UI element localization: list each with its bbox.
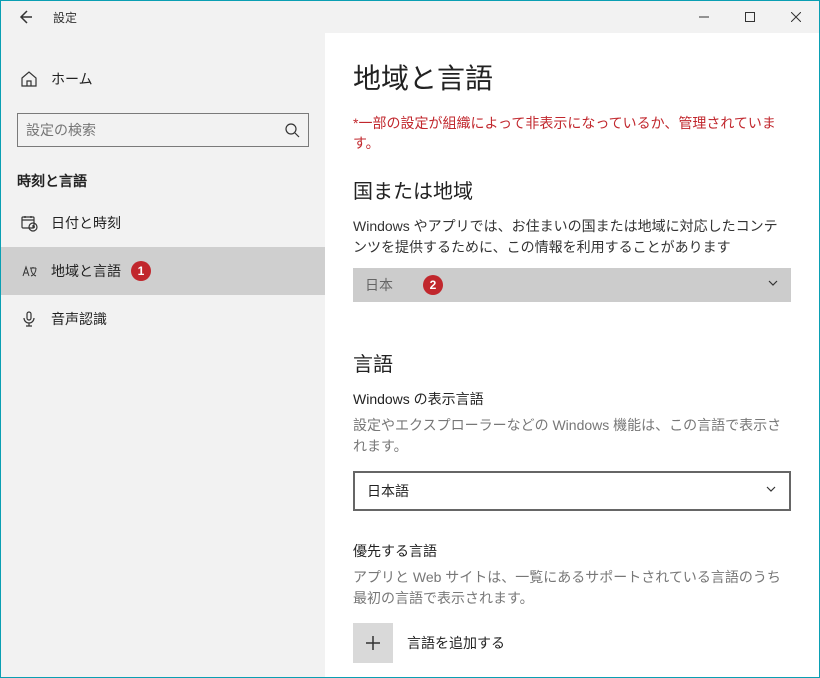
search-icon <box>284 122 300 138</box>
display-language-value: 日本語 <box>367 481 765 501</box>
preferred-languages-desc: アプリと Web サイトは、一覧にあるサポートされている言語のうち最初の言語で表… <box>353 567 791 609</box>
maximize-icon <box>745 12 755 22</box>
maximize-button[interactable] <box>727 1 773 33</box>
close-button[interactable] <box>773 1 819 33</box>
region-description: Windows やアプリでは、お住まいの国または地域に対応したコンテンツを提供す… <box>353 216 791 258</box>
plus-icon-box <box>353 623 393 663</box>
annotation-badge-1: 1 <box>131 261 151 281</box>
microphone-icon <box>17 310 41 328</box>
preferred-languages-title: 優先する言語 <box>353 541 791 561</box>
annotation-badge-2: 2 <box>423 275 443 295</box>
back-button[interactable] <box>1 1 49 33</box>
add-language-button[interactable]: 言語を追加する <box>353 623 791 663</box>
search-input[interactable] <box>26 122 284 138</box>
search-box[interactable] <box>17 113 309 147</box>
chevron-down-icon <box>767 276 779 294</box>
calendar-clock-icon <box>17 214 41 232</box>
region-heading: 国または地域 <box>353 175 791 204</box>
sidebar-item-label: 日付と時刻 <box>51 213 121 233</box>
display-language-desc: 設定やエクスプローラーなどの Windows 機能は、この言語で表示されます。 <box>353 415 791 457</box>
minimize-icon <box>699 12 709 22</box>
home-icon <box>17 70 41 88</box>
display-language-title: Windows の表示言語 <box>353 389 791 409</box>
titlebar: 設定 <box>1 1 819 33</box>
sidebar: ホーム 時刻と言語 日付と時刻 地域と言語 1 音声認識 <box>1 33 325 677</box>
language-icon <box>17 262 41 280</box>
region-dropdown[interactable]: 日本 2 <box>353 268 791 302</box>
plus-icon <box>364 634 382 652</box>
policy-warning-text: *一部の設定が組織によって非表示になっているか、管理されています。 <box>353 113 791 153</box>
sidebar-item-region-language[interactable]: 地域と言語 1 <box>1 247 325 295</box>
sidebar-item-label: 音声認識 <box>51 309 107 329</box>
window-controls <box>681 1 819 33</box>
page-title: 地域と言語 <box>353 57 791 97</box>
sidebar-home-label: ホーム <box>51 69 93 89</box>
language-heading: 言語 <box>353 348 791 377</box>
window-title: 設定 <box>53 9 681 26</box>
close-icon <box>791 12 801 22</box>
content-area: 地域と言語 *一部の設定が組織によって非表示になっているか、管理されています。 … <box>325 33 819 677</box>
sidebar-item-speech[interactable]: 音声認識 <box>1 295 325 343</box>
arrow-left-icon <box>17 9 33 25</box>
sidebar-item-datetime[interactable]: 日付と時刻 <box>1 199 325 247</box>
sidebar-home[interactable]: ホーム <box>1 57 325 101</box>
add-language-label: 言語を追加する <box>407 633 505 653</box>
chevron-down-icon <box>765 482 777 500</box>
sidebar-item-label: 地域と言語 <box>51 261 121 281</box>
sidebar-section-title: 時刻と言語 <box>17 171 325 191</box>
display-language-select[interactable]: 日本語 <box>353 471 791 511</box>
minimize-button[interactable] <box>681 1 727 33</box>
